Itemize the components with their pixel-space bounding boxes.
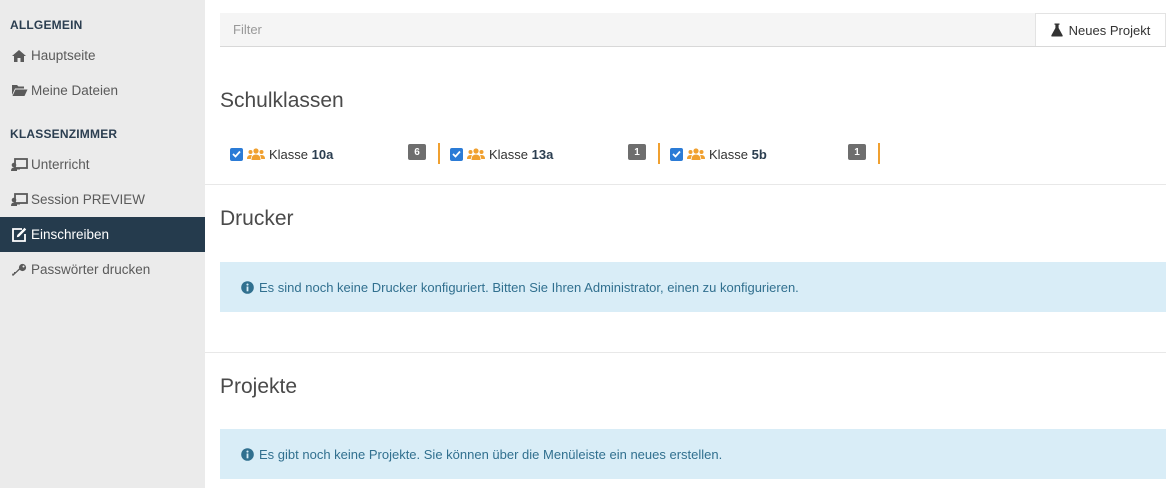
nav-item-session-preview[interactable]: Session PREVIEW xyxy=(0,182,205,217)
section-divider xyxy=(205,184,1166,185)
users-icon xyxy=(467,148,485,160)
chalkboard-teacher-icon xyxy=(10,192,28,208)
users-icon xyxy=(687,148,705,160)
nav-item-label: Passwörter drucken xyxy=(31,262,151,277)
class-accent-bar xyxy=(878,143,880,164)
nav-item-label: Session PREVIEW xyxy=(31,192,146,207)
section-title-drucker: Drucker xyxy=(220,207,294,230)
nav-item-einschreiben[interactable]: Einschreiben xyxy=(0,217,205,252)
chalkboard-teacher-icon xyxy=(10,157,28,173)
section-title-projekte: Projekte xyxy=(220,375,298,398)
nav-item-label: Meine Dateien xyxy=(31,83,119,98)
filter-input[interactable] xyxy=(220,13,1034,46)
info-circle-icon xyxy=(241,447,254,461)
class-item-13a[interactable]: Klasse 13a 1 xyxy=(440,140,660,168)
student-count-badge: 6 xyxy=(408,144,426,160)
folder-open-icon xyxy=(10,83,28,99)
users-icon xyxy=(247,148,265,160)
new-project-button[interactable]: Neues Projekt xyxy=(1035,13,1166,46)
section-title-schulklassen: Schulklassen xyxy=(220,89,344,112)
class-name: Klasse 5b xyxy=(709,146,767,162)
section-divider xyxy=(205,352,1166,353)
class-item-10a[interactable]: Klasse 10a 6 xyxy=(220,140,440,168)
main-content: Neues Projekt Schulklassen Klasse 10a 6 … xyxy=(205,0,1166,488)
sidebar: ALLGEMEIN Hauptseite Meine Dateien KLASS… xyxy=(0,0,205,488)
nav-item-meine-dateien[interactable]: Meine Dateien xyxy=(0,73,205,108)
checkbox-checked[interactable] xyxy=(230,147,243,161)
nav-heading-allgemein: ALLGEMEIN xyxy=(10,18,83,32)
student-count-badge: 1 xyxy=(628,144,646,160)
nav-item-label: Unterricht xyxy=(31,157,90,172)
class-name: Klasse 13a xyxy=(489,146,554,162)
info-circle-icon xyxy=(241,280,254,294)
nav-item-unterricht[interactable]: Unterricht xyxy=(0,147,205,182)
checkbox-checked[interactable] xyxy=(670,147,683,161)
new-project-label: Neues Projekt xyxy=(1068,22,1151,38)
class-item-5b[interactable]: Klasse 5b 1 xyxy=(660,140,880,168)
filter-bar: Neues Projekt xyxy=(220,13,1166,47)
home-icon xyxy=(10,48,28,64)
key-icon xyxy=(10,262,28,278)
nav-heading-klassenzimmer: KLASSENZIMMER xyxy=(10,127,118,141)
nav-item-label: Einschreiben xyxy=(31,227,110,242)
projects-info-alert: Es gibt noch keine Projekte. Sie können … xyxy=(220,429,1166,479)
checkbox-checked[interactable] xyxy=(450,147,463,161)
printer-info-alert: Es sind noch keine Drucker konfiguriert.… xyxy=(220,262,1166,312)
projects-info-text: Es gibt noch keine Projekte. Sie können … xyxy=(259,446,723,462)
class-name: Klasse 10a xyxy=(269,146,334,162)
printer-info-text: Es sind noch keine Drucker konfiguriert.… xyxy=(259,279,799,295)
nav-item-passwoerter-drucken[interactable]: Passwörter drucken xyxy=(0,252,205,287)
student-count-badge: 1 xyxy=(848,144,866,160)
nav-item-label: Hauptseite xyxy=(31,48,96,63)
edit-icon xyxy=(10,227,28,243)
flask-icon xyxy=(1050,23,1063,37)
nav-item-hauptseite[interactable]: Hauptseite xyxy=(0,38,205,73)
